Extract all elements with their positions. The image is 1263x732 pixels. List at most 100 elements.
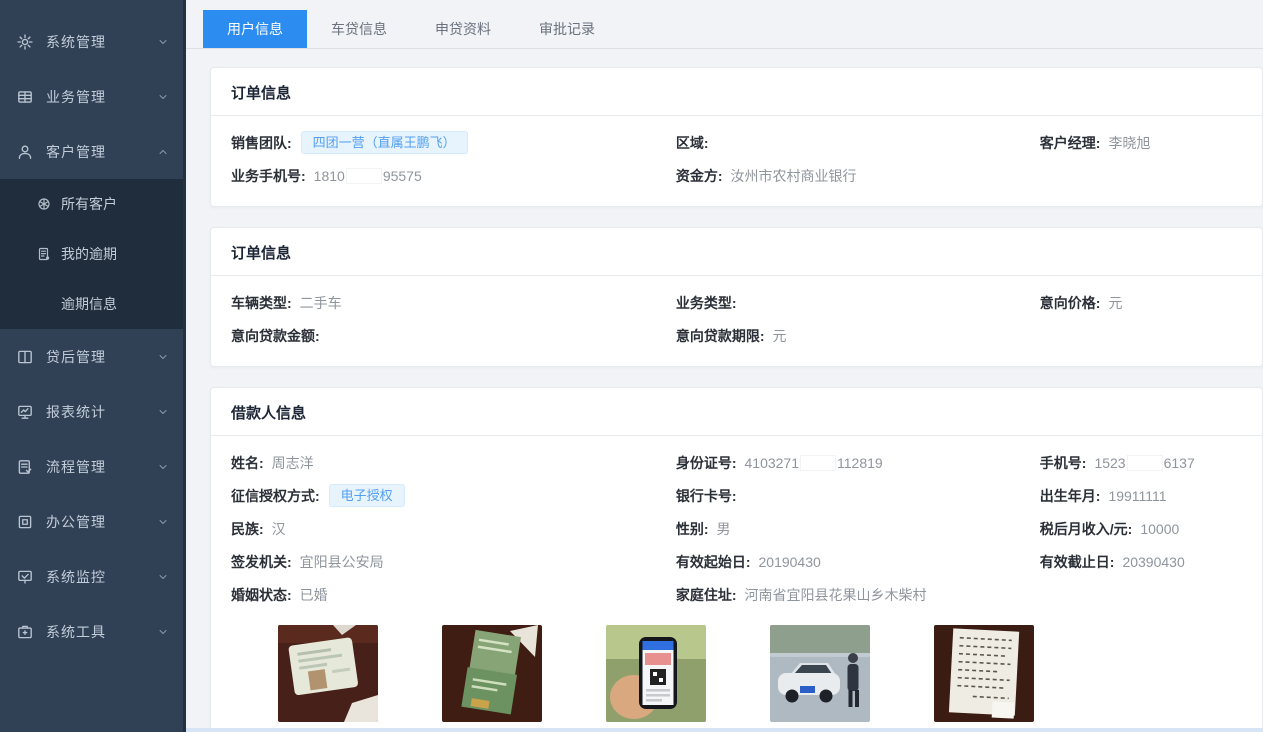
tab-car-loan-info[interactable]: 车贷信息 — [307, 10, 411, 48]
sidebar-item-label: 流程管理 — [46, 457, 157, 477]
sidebar-item-report-statistics[interactable]: 报表统计 — [0, 384, 183, 439]
document-icon — [36, 246, 52, 262]
green-booklet-photo[interactable]: 驾驶证原件 — [442, 625, 542, 732]
field-home-address: 家庭住址: 河南省宜阳县花果山乡木柴村 — [676, 578, 1040, 611]
phone-qr-photo[interactable]: 征信信息 — [606, 625, 706, 732]
sidebar-item-label: 客户管理 — [46, 142, 157, 162]
id-card-photo[interactable]: 身份证 — [278, 625, 378, 732]
handwritten-document-photo-thumbnail — [934, 625, 1034, 722]
detail-tabs: 用户信息 车贷信息 申贷资料 审批记录 — [186, 0, 1263, 49]
table-grid-icon — [16, 88, 34, 106]
chevron-down-icon — [157, 91, 169, 103]
borrower-info-card: 借款人信息 姓名: 周志洋 身份证号: 4103271112819 手机号: 1… — [210, 387, 1263, 732]
sidebar-item-post-loan-management[interactable]: 贷后管理 — [0, 329, 183, 384]
field-intended-loan-term: 意向贷款期限: 元 — [676, 319, 1040, 352]
horizontal-scrollbar[interactable] — [186, 728, 1263, 732]
sidebar-item-customer-management[interactable]: 客户管理 — [0, 124, 183, 179]
tab-user-info[interactable]: 用户信息 — [203, 10, 307, 48]
field-account-manager: 客户经理: 李晓旭 — [1040, 126, 1242, 159]
field-issuing-authority: 签发机关: 宜阳县公安局 — [231, 545, 676, 578]
wheel-icon — [36, 196, 52, 212]
field-mobile-number: 手机号: 15236137 — [1040, 446, 1242, 479]
chevron-down-icon — [157, 626, 169, 638]
square-in-square-icon — [16, 513, 34, 531]
person-with-car-photo-thumbnail — [770, 625, 870, 722]
field-region: 区域: — [676, 126, 1040, 159]
sidebar-item-label: 贷后管理 — [46, 347, 157, 367]
redaction-block — [346, 168, 382, 184]
sidebar-item-label: 系统管理 — [46, 32, 157, 52]
sidebar-item-system-tools[interactable]: 系统工具 — [0, 604, 183, 659]
id-card-photo-thumbnail — [278, 625, 378, 722]
person-with-car-photo[interactable]: 个人照 — [770, 625, 870, 732]
sidebar-item-label: 办公管理 — [46, 512, 157, 532]
sidebar-subitem-my-overdue[interactable]: 我的逾期 — [0, 229, 183, 279]
field-vehicle-type: 车辆类型: 二手车 — [231, 286, 676, 319]
field-gender: 性别: 男 — [676, 512, 1040, 545]
redaction-block — [800, 455, 836, 471]
customer-management-submenu: 所有客户 我的逾期 逾期信息 — [0, 179, 183, 329]
toolbox-icon — [16, 623, 34, 641]
monitor-check-icon — [16, 568, 34, 586]
chevron-down-icon — [157, 406, 169, 418]
field-valid-to: 有效截止日: 20390430 — [1040, 545, 1242, 578]
sidebar-subitem-label: 我的逾期 — [61, 244, 117, 264]
field-name: 姓名: 周志洋 — [231, 446, 676, 479]
handwritten-document-photo[interactable]: 村委证明 — [934, 625, 1034, 732]
order-info-card-2: 订单信息 车辆类型: 二手车 业务类型: 意向价格: 元 — [210, 227, 1263, 367]
field-valid-from: 有效起始日: 20190430 — [676, 545, 1040, 578]
sidebar-item-system-management[interactable]: 系统管理 — [0, 14, 183, 69]
tab-loan-application-docs[interactable]: 申贷资料 — [411, 10, 515, 48]
user-icon — [16, 143, 34, 161]
sidebar-item-business-management[interactable]: 业务管理 — [0, 69, 183, 124]
field-monthly-income: 税后月收入/元: 10000 — [1040, 512, 1242, 545]
field-marital-status: 婚姻状态: 已婚 — [231, 578, 676, 611]
field-business-phone: 业务手机号: 181095575 — [231, 159, 676, 192]
card-title: 订单信息 — [211, 228, 1262, 276]
field-funding-party: 资金方: 汝州市农村商业银行 — [676, 159, 1040, 192]
gear-icon — [16, 33, 34, 51]
sidebar-item-label: 业务管理 — [46, 87, 157, 107]
document-photos: 身份证 — [278, 625, 1242, 732]
sidebar-item-system-monitor[interactable]: 系统监控 — [0, 549, 183, 604]
sales-team-tag[interactable]: 四团一营（直属王鹏飞） — [301, 131, 468, 154]
book-icon — [16, 348, 34, 366]
sidebar-item-label: 系统监控 — [46, 567, 157, 587]
field-intended-loan-amount: 意向贷款金额: — [231, 319, 676, 352]
chevron-down-icon — [157, 516, 169, 528]
main-content: 用户信息 车贷信息 申贷资料 审批记录 订单信息 销售团队: 四团一营（直属王鹏… — [186, 0, 1263, 732]
field-ethnicity: 民族: 汉 — [231, 512, 676, 545]
sidebar-item-label: 系统工具 — [46, 622, 157, 642]
field-birth-date: 出生年月: 19911111 — [1040, 479, 1242, 512]
chevron-down-icon — [157, 571, 169, 583]
phone-qr-photo-thumbnail — [606, 625, 706, 722]
chevron-up-icon — [157, 146, 169, 158]
sidebar-item-process-management[interactable]: 流程管理 — [0, 439, 183, 494]
sidebar-subitem-label: 逾期信息 — [61, 294, 117, 314]
clipboard-icon — [16, 458, 34, 476]
field-bank-card: 银行卡号: — [676, 479, 1040, 512]
sidebar-subitem-label: 所有客户 — [61, 194, 117, 214]
detail-panel: 订单信息 销售团队: 四团一营（直属王鹏飞） 区域: 客户经理: 李晓旭 — [186, 49, 1263, 732]
chevron-down-icon — [157, 461, 169, 473]
tab-approval-records[interactable]: 审批记录 — [515, 10, 619, 48]
redaction-block — [1127, 455, 1163, 471]
sidebar-subitem-all-customers[interactable]: 所有客户 — [0, 179, 183, 229]
chevron-down-icon — [157, 36, 169, 48]
sidebar-item-label: 报表统计 — [46, 402, 157, 422]
card-title: 订单信息 — [211, 68, 1262, 116]
sidebar: 系统管理 业务管理 客户管理 所有客户 — [0, 0, 186, 732]
field-id-number: 身份证号: 4103271112819 — [676, 446, 1040, 479]
monitor-chart-icon — [16, 403, 34, 421]
field-credit-authorization: 征信授权方式: 电子授权 — [231, 479, 676, 512]
card-title: 借款人信息 — [211, 388, 1262, 436]
order-info-card-1: 订单信息 销售团队: 四团一营（直属王鹏飞） 区域: 客户经理: 李晓旭 — [210, 67, 1263, 207]
field-intended-price: 意向价格: 元 — [1040, 286, 1242, 319]
green-booklet-photo-thumbnail — [442, 625, 542, 722]
sidebar-item-office-management[interactable]: 办公管理 — [0, 494, 183, 549]
field-business-type: 业务类型: — [676, 286, 1040, 319]
sidebar-subitem-overdue-info[interactable]: 逾期信息 — [0, 279, 183, 329]
chevron-down-icon — [157, 351, 169, 363]
field-sales-team: 销售团队: 四团一营（直属王鹏飞） — [231, 126, 676, 159]
credit-auth-tag: 电子授权 — [329, 484, 405, 507]
